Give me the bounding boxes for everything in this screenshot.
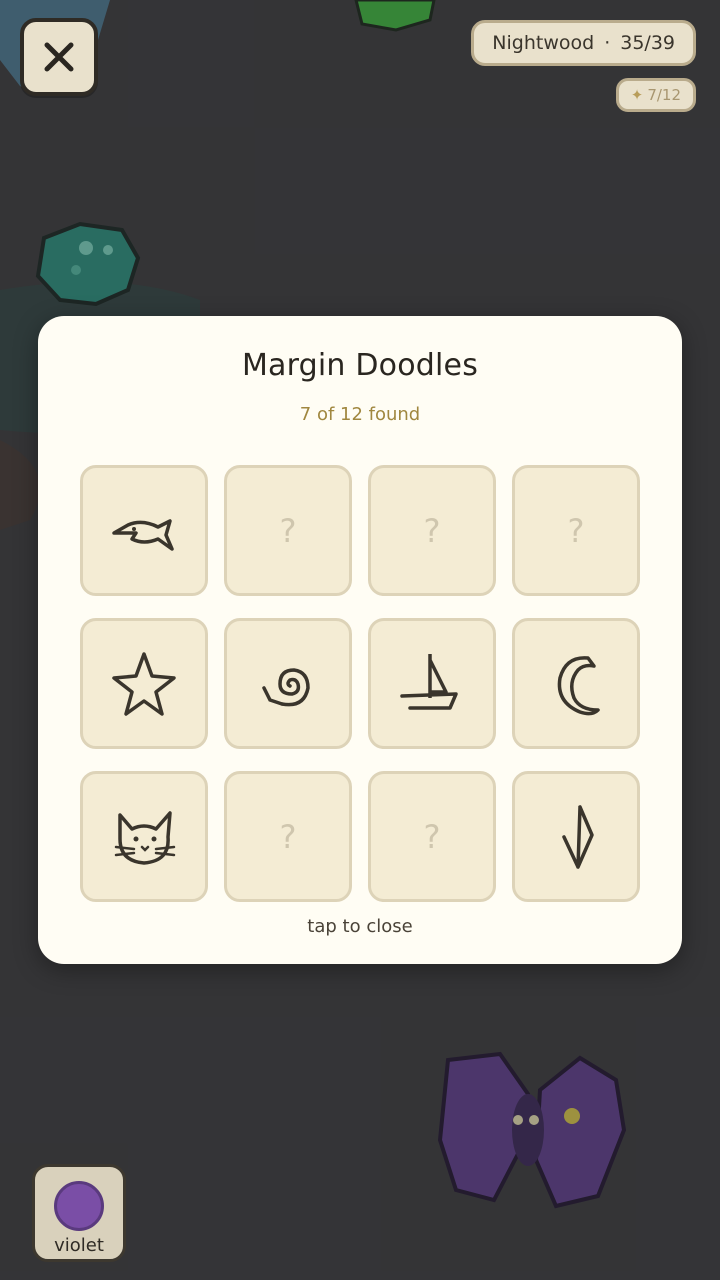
level-progress: 35/39 <box>620 32 675 54</box>
fish-doodle-icon <box>112 518 174 551</box>
doodle-count-badge[interactable]: ✦ 7/12 <box>615 78 696 112</box>
doodle-tile-locked[interactable]: ? <box>512 465 640 596</box>
level-separator: · <box>604 32 611 54</box>
doodle-tile-locked[interactable]: ? <box>224 465 352 596</box>
doodle-tile-star[interactable] <box>80 618 208 749</box>
doodles-modal: Margin Doodles 7 of 12 found ? ? ? ? ? t… <box>38 316 682 964</box>
doodle-tile-moon[interactable] <box>512 618 640 749</box>
star-doodle-icon <box>112 651 176 716</box>
cat-doodle-icon <box>114 810 176 865</box>
unknown-doodle-mark: ? <box>423 511 441 550</box>
unknown-doodle-mark: ? <box>567 511 585 550</box>
moon-doodle-icon <box>557 655 600 715</box>
tap-to-close-hint[interactable]: tap to close <box>38 916 682 937</box>
modal-title: Margin Doodles <box>241 348 479 383</box>
doodle-tile-locked[interactable]: ? <box>368 465 496 596</box>
unknown-doodle-mark: ? <box>279 817 297 856</box>
doodle-tile-snail[interactable] <box>224 618 352 749</box>
doodle-tile-locked[interactable]: ? <box>368 771 496 902</box>
spark-icon: ✦ <box>630 86 644 104</box>
doodle-grid: ? ? ? ? ? <box>80 465 640 902</box>
sailboat-doodle-icon <box>400 653 458 710</box>
color-label: violet <box>54 1235 104 1256</box>
snail-doodle-icon <box>262 667 310 706</box>
color-swatch <box>54 1181 104 1231</box>
doodle-tile-locked[interactable]: ? <box>224 771 352 902</box>
doodle-tile-sailboat[interactable] <box>368 618 496 749</box>
level-name: Nightwood <box>492 32 595 54</box>
kite-doodle-icon <box>562 804 594 869</box>
level-progress-badge: Nightwood · 35/39 <box>471 20 696 66</box>
modal-subtitle: 7 of 12 found <box>299 404 421 425</box>
doodle-count: 7/12 <box>647 86 681 104</box>
close-icon <box>44 42 74 72</box>
close-button[interactable] <box>20 18 98 96</box>
doodle-tile-cat[interactable] <box>80 771 208 902</box>
doodle-tile-kite[interactable] <box>512 771 640 902</box>
doodle-tile-fish[interactable] <box>80 465 208 596</box>
unknown-doodle-mark: ? <box>423 817 441 856</box>
color-picker-button[interactable]: violet <box>32 1164 126 1262</box>
unknown-doodle-mark: ? <box>279 511 297 550</box>
